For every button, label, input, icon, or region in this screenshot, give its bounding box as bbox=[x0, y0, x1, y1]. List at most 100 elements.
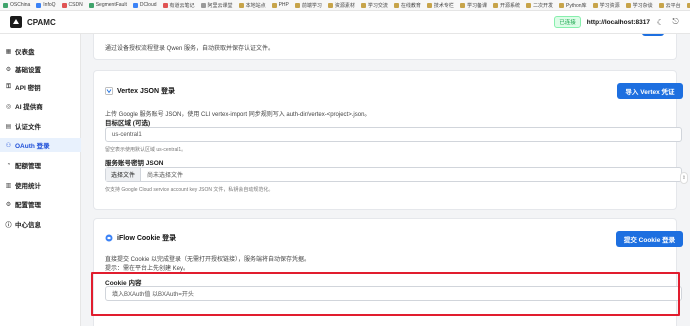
bookmark-folder-icon bbox=[592, 2, 598, 8]
bookmark-folder-icon bbox=[625, 2, 631, 8]
sidebar: ▦ 仪表盘 ⚙ 基础设置 ⚿ API 密钥 ◎ AI 提供商 ▤ 认证文件 ⚇ OAuth 登录 ◔ 配额… bbox=[0, 34, 81, 326]
bookmark-label: 学习资源 bbox=[599, 2, 620, 9]
sidebar-item-label: API 密钥 bbox=[15, 85, 41, 92]
bookmark-item[interactable]: 云平台 bbox=[658, 2, 681, 9]
sidebar-item-icon: ⚇ bbox=[5, 142, 12, 149]
service-key-label: 服务账号密钥 JSON bbox=[105, 160, 164, 167]
sidebar-item-icon: ◔ bbox=[6, 162, 11, 168]
sidebar-item-label: 认证文件 bbox=[15, 124, 41, 131]
bookmark-item[interactable]: InfoQ bbox=[36, 2, 56, 8]
bookmark-folder-icon bbox=[238, 2, 244, 8]
sidebar-item-2[interactable]: ⚿ API 密钥 bbox=[0, 80, 81, 94]
sidebar-item-icon: ▦ bbox=[5, 48, 12, 55]
bookmark-item[interactable]: 本地站点 bbox=[238, 2, 266, 9]
bookmark-label: 阿里云课堂 bbox=[207, 2, 233, 9]
sidebar-item-9[interactable]: ⓘ 中心信息 bbox=[0, 217, 81, 231]
sidebar-item-label: 仪表盘 bbox=[15, 49, 35, 56]
qwen-login-button[interactable] bbox=[642, 34, 664, 36]
theme-toggle-icon[interactable]: ☾ bbox=[656, 18, 665, 27]
connection-status-badge: 已连接 bbox=[554, 16, 581, 28]
sidebar-item-icon: ⚙ bbox=[5, 66, 12, 73]
bookmark-item[interactable]: 技术专栏 bbox=[426, 2, 454, 9]
bookmark-folder-icon bbox=[658, 2, 664, 8]
bookmark-item[interactable]: 资源素材 bbox=[327, 2, 355, 9]
bookmark-item[interactable]: 开源系统 bbox=[492, 2, 520, 9]
vertex-login-card: Vertex JSON 登录 导入 Vertex 凭证 上传 Google 服务… bbox=[93, 70, 683, 210]
bookmark-folder-icon bbox=[61, 2, 67, 8]
import-vertex-button[interactable]: 导入 Vertex 凭证 bbox=[617, 83, 683, 99]
bookmark-item[interactable]: Python库 bbox=[558, 2, 587, 9]
bookmark-label: OSChina bbox=[10, 2, 31, 8]
bookmark-label: 二次开发 bbox=[532, 2, 553, 9]
sidebar-item-4[interactable]: ▤ 认证文件 bbox=[0, 119, 81, 133]
sidebar-item-label: OAuth 登录 bbox=[15, 143, 50, 150]
logo-icon bbox=[13, 19, 19, 24]
bookmark-label: Python库 bbox=[565, 2, 587, 9]
bookmark-label: CSDN bbox=[68, 2, 83, 8]
bookmark-folder-icon bbox=[360, 2, 366, 8]
bookmark-item[interactable]: 前端学习 bbox=[294, 2, 322, 9]
sidebar-item-label: 配额管理 bbox=[15, 163, 41, 170]
bookmark-label: InfoQ bbox=[43, 2, 56, 8]
sidebar-item-8[interactable]: ⚙ 配置管理 bbox=[0, 197, 81, 211]
bookmark-item[interactable]: 学习交流 bbox=[360, 2, 388, 9]
bookmark-item[interactable]: OSChina bbox=[3, 2, 30, 8]
bookmark-item[interactable]: 有道云笔记 bbox=[162, 2, 195, 9]
bookmark-folder-icon bbox=[3, 2, 8, 8]
service-key-file-input[interactable]: 选择文件 尚未选择文件 bbox=[105, 167, 682, 182]
bookmark-item[interactable]: Developers bbox=[686, 2, 690, 8]
vertex-icon bbox=[105, 87, 113, 95]
bookmark-label: 有道云笔记 bbox=[169, 2, 195, 9]
sidebar-item-icon: ▥ bbox=[5, 182, 12, 189]
bookmark-folder-icon bbox=[132, 2, 138, 8]
region-input[interactable]: us-central1 bbox=[105, 127, 682, 142]
sidebar-item-1[interactable]: ⚙ 基础设置 bbox=[0, 62, 81, 76]
bookmark-item[interactable]: 二次开发 bbox=[525, 2, 553, 9]
bookmark-folder-icon bbox=[88, 2, 94, 8]
sidebar-item-5[interactable]: ⚇ OAuth 登录 bbox=[0, 138, 81, 152]
bookmark-item[interactable]: 在线教育 bbox=[393, 2, 421, 9]
bookmark-item[interactable]: 学习杂谈 bbox=[625, 2, 653, 9]
qwen-login-card: 通过设备授权流程登录 Qwen 服务，自动获取并保存认证文件。 bbox=[93, 34, 677, 60]
bookmark-item[interactable]: 阿里云课堂 bbox=[200, 2, 233, 9]
bookmarks-bar: OSChina InfoQ CSDN SegmentFault DCloud 有道云笔记 阿… bbox=[0, 0, 690, 11]
app-title: CPAMC bbox=[27, 17, 56, 27]
choose-file-button[interactable]: 选择文件 bbox=[106, 168, 142, 181]
region-input-placeholder: us-central1 bbox=[112, 131, 142, 138]
bookmark-item[interactable]: SegmentFault bbox=[88, 2, 127, 8]
sidebar-item-6[interactable]: ◔ 配额管理 bbox=[0, 158, 81, 172]
bookmark-label: PHP bbox=[278, 2, 289, 8]
sidebar-item-label: 中心信息 bbox=[15, 222, 41, 229]
region-label: 目标区域 (可选) bbox=[105, 120, 151, 127]
bookmark-label: 学习杂谈 bbox=[632, 2, 653, 9]
bookmark-item[interactable]: CSDN bbox=[61, 2, 83, 8]
bookmark-item[interactable]: 学习备课 bbox=[459, 2, 487, 9]
bookmark-folder-icon bbox=[294, 2, 300, 8]
bookmark-label: 前端学习 bbox=[301, 2, 322, 9]
submit-cookie-button[interactable]: 提交 Cookie 登录 bbox=[616, 231, 683, 247]
scroll-indicator-icon[interactable]: ⇕ bbox=[680, 172, 688, 184]
qwen-description: 通过设备授权流程登录 Qwen 服务，自动获取并保存认证文件。 bbox=[105, 46, 275, 52]
sidebar-item-label: AI 提供商 bbox=[15, 104, 43, 111]
app-header: CPAMC 已连接 http://localhost:8317 ☾ ⎋ bbox=[0, 11, 690, 34]
bookmark-item[interactable]: PHP bbox=[271, 2, 289, 8]
host-url: http://localhost:8317 bbox=[586, 18, 650, 26]
bookmark-item[interactable]: 学习资源 bbox=[592, 2, 620, 9]
bookmark-folder-icon bbox=[271, 2, 277, 8]
sidebar-item-icon: ◎ bbox=[5, 103, 12, 110]
sidebar-item-0[interactable]: ▦ 仪表盘 bbox=[0, 44, 81, 58]
bookmark-folder-icon bbox=[426, 2, 432, 8]
bookmark-folder-icon bbox=[558, 2, 564, 8]
bookmark-folder-icon bbox=[327, 2, 333, 8]
bookmark-item[interactable]: DCloud bbox=[132, 2, 157, 8]
iflow-title: iFlow Cookie 登录 bbox=[117, 235, 177, 242]
logout-icon[interactable]: ⎋ bbox=[671, 17, 680, 27]
sidebar-item-icon: ⚿ bbox=[6, 83, 11, 90]
bookmark-label: 技术专栏 bbox=[433, 2, 454, 9]
sidebar-item-icon: ▤ bbox=[5, 123, 12, 130]
bookmark-folder-icon bbox=[393, 2, 399, 8]
sidebar-item-7[interactable]: ▥ 使用统计 bbox=[0, 178, 81, 192]
sidebar-item-3[interactable]: ◎ AI 提供商 bbox=[0, 99, 81, 113]
bookmark-label: 本地站点 bbox=[245, 2, 266, 9]
sidebar-item-icon: ⚙ bbox=[5, 201, 12, 208]
